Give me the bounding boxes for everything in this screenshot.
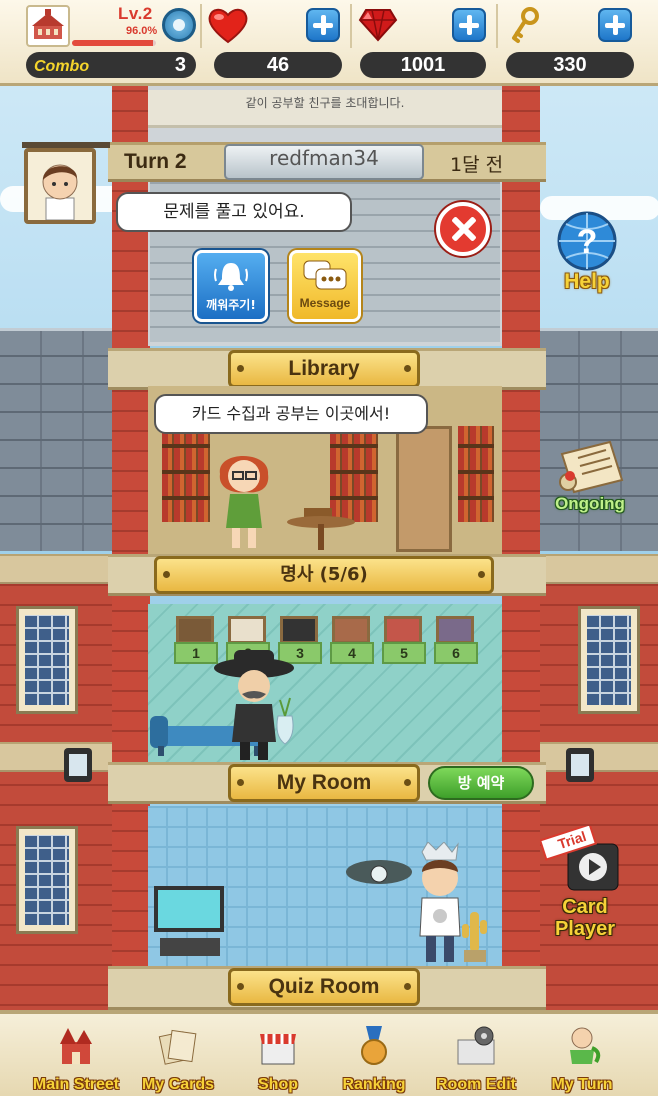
card-frame[interactable]: [280, 616, 318, 644]
bookshelf: [458, 426, 494, 522]
close-icon[interactable]: [436, 202, 490, 256]
add-hearts-button[interactable]: [306, 8, 340, 42]
right-ledge: [538, 554, 658, 584]
window: [578, 606, 640, 714]
left-roof: [0, 331, 112, 551]
my-turn-icon: [570, 1027, 601, 1064]
card-frame[interactable]: [332, 616, 370, 644]
tower-column: [502, 86, 540, 1010]
my-room-plaque[interactable]: My Room: [228, 764, 420, 802]
quiz-room-plaque[interactable]: Quiz Room: [228, 968, 420, 1006]
turn-label: Turn 2: [124, 150, 187, 173]
ongoing-label: Ongoing: [555, 494, 625, 513]
computer-icon: [154, 886, 224, 956]
add-gems-button[interactable]: [452, 8, 486, 42]
library-door: [396, 426, 452, 552]
xp-bar-fill: [72, 40, 153, 46]
invite-friend-text[interactable]: 같이 공부할 친구를 초대합니다.: [150, 94, 500, 111]
nav-my-turn[interactable]: My Turn: [534, 1020, 630, 1096]
nav-label: My Cards: [141, 1076, 215, 1093]
key-icon: [512, 7, 539, 43]
message-button[interactable]: Message: [289, 250, 361, 322]
nav-label: Main Street: [32, 1076, 120, 1093]
bell-icon: [214, 263, 248, 291]
wake-up-button[interactable]: 깨워주기!: [194, 250, 268, 322]
card-frame[interactable]: [436, 616, 474, 644]
nav-main-street[interactable]: Main Street: [28, 1020, 124, 1096]
help-label: Help: [564, 270, 610, 293]
chat-bubbles-icon: [303, 260, 347, 290]
nav-my-cards[interactable]: My Cards: [130, 1020, 226, 1096]
card-player-label-2: Player: [554, 918, 616, 940]
house-icon: [32, 9, 64, 39]
reading-table-icon: [287, 508, 355, 550]
window: [16, 826, 78, 934]
message-label: Message: [299, 296, 351, 310]
reserve-room-button[interactable]: 방 예약: [428, 766, 534, 800]
player-level: Lv.2: [118, 4, 153, 23]
cards-icon: [158, 1029, 197, 1065]
nav-label: Room Edit: [436, 1076, 516, 1093]
street-lamp-icon: [560, 742, 600, 788]
nav-label: Ranking: [342, 1076, 406, 1093]
top-hud: Lv.2 96.0% Combo 3 46 1001 330: [0, 0, 658, 86]
hud-divider: [350, 4, 352, 48]
card-frame-number: 5: [382, 642, 426, 664]
street-lamp-icon: [58, 742, 98, 788]
settings-gear-icon[interactable]: [162, 8, 196, 42]
opponent-avatar-sign[interactable]: [24, 148, 96, 224]
last-active-time: 1달 전: [450, 154, 504, 176]
collection-progress-plaque[interactable]: 명사 (5/6): [154, 556, 494, 594]
help-button[interactable]: ? Help: [552, 210, 622, 300]
help-globe-icon: ?: [557, 211, 617, 271]
opponent-name: redfman34: [224, 144, 424, 180]
gems-count: 1001: [360, 52, 486, 78]
card-frame[interactable]: [228, 616, 266, 644]
room-edit-icon: [457, 1026, 495, 1065]
nav-ranking[interactable]: Ranking: [326, 1020, 422, 1096]
combo-counter: Combo 3: [26, 52, 196, 78]
hud-divider: [200, 4, 202, 48]
library-plaque[interactable]: Library: [228, 350, 420, 388]
nav-shop[interactable]: Shop: [230, 1020, 326, 1096]
combo-label: Combo: [34, 58, 90, 75]
hearts-count: 46: [214, 52, 342, 78]
bottom-nav: Main Street My Cards Shop Ranking Room E…: [0, 1010, 658, 1096]
ongoing-button[interactable]: Ongoing: [548, 436, 632, 522]
building-scene: 같이 공부할 친구를 초대합니다. Turn 2 redfman34 1달 전 …: [0, 86, 658, 1010]
nav-label: Shop: [258, 1076, 298, 1093]
keys-count: 330: [506, 52, 634, 78]
status-bubble: 문제를 풀고 있어요.: [116, 192, 352, 232]
card-player-label-1: Card: [562, 896, 608, 918]
bookshelf: [162, 426, 210, 522]
xp-percent: 96.0%: [126, 25, 158, 37]
player-avatar[interactable]: [26, 5, 70, 47]
nav-room-edit[interactable]: Room Edit: [428, 1020, 524, 1096]
combo-value: 3: [174, 54, 186, 76]
scroll-icon: [559, 440, 624, 494]
wake-up-label: 깨워주기!: [206, 298, 256, 312]
shop-icon: [260, 1034, 296, 1065]
xp-bar: [72, 40, 156, 46]
hud-divider: [496, 4, 498, 48]
svg-text:?: ?: [577, 223, 598, 261]
add-keys-button[interactable]: [598, 8, 632, 42]
ruby-gem-icon: [358, 9, 398, 42]
vase-icon: [276, 697, 294, 745]
card-frame[interactable]: [176, 616, 214, 644]
card-frame-number: 6: [434, 642, 478, 664]
window: [16, 606, 78, 714]
medal-icon: [361, 1026, 387, 1065]
card-frame-number: 4: [330, 642, 374, 664]
nav-label: My Turn: [551, 1076, 613, 1093]
card-player-button[interactable]: Trial Card Player: [538, 823, 630, 944]
opponent-avatar-icon: [42, 164, 78, 221]
library-speech-bubble: 카드 수집과 공부는 이곳에서!: [154, 394, 428, 434]
cactus-icon: [462, 912, 487, 962]
heart-icon: [208, 8, 248, 44]
librarian-character-icon: [219, 456, 269, 548]
card-frame[interactable]: [384, 616, 422, 644]
castle-icon: [60, 1028, 92, 1064]
left-ledge: [0, 554, 112, 584]
